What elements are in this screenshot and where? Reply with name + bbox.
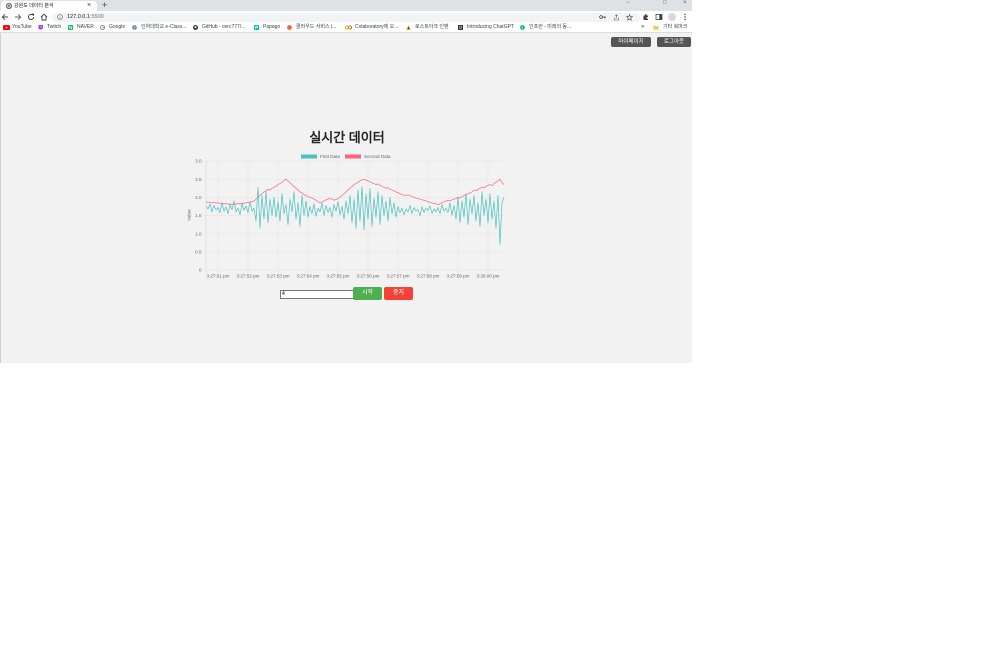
bookmark-label: Google [109,24,126,30]
maximize-button[interactable]: □ [663,0,667,7]
x-tick-label: 3:28:00 pm [477,274,500,279]
x-tick-label: 3:27:55 pm [327,274,350,279]
series-line-second-data [205,178,505,205]
bookmarks-overflow-chevron-icon[interactable]: » [641,23,644,32]
new-tab-button[interactable]: + [102,0,107,11]
y-tick-label: 1.5 [195,213,202,218]
y-tick-label: 0.5 [195,249,202,254]
forward-arrow-icon[interactable] [14,13,22,21]
page-title: 실시간 데이터 [309,130,385,145]
twitch-icon [38,25,43,30]
tab-active[interactable]: 강원도 데이터 분석 × [1,1,97,11]
logout-button[interactable]: 로그아웃 [657,37,691,47]
x-tick-label: 3:27:52 pm [237,274,260,279]
star-icon[interactable] [626,13,633,21]
inha-eclass-icon [132,25,137,30]
x-tick-label: 3:27:56 pm [357,274,380,279]
side-panel-icon[interactable] [655,13,663,21]
bookmark-label: 인하대학교 e-Class... [141,24,187,30]
tab-close-button[interactable]: × [87,1,91,11]
inven-icon [406,25,411,30]
x-tick-label: 3:27:59 pm [447,274,470,279]
y-tick-label: 0 [199,268,202,273]
x-tick-label: 3:27:54 pm [297,274,320,279]
address-bar[interactable]: 127.0.0.1:5500 [52,12,640,22]
bookmark-label: Introducing ChatGPT [467,24,514,30]
more-menu-icon[interactable] [681,13,689,21]
youtube-icon [3,25,10,30]
back-arrow-icon[interactable] [1,13,9,21]
bookmark-label: 로스트아크 인벤 [415,24,449,30]
close-window-button[interactable]: × [683,0,687,7]
tab-bar: 강원도 데이터 분석 × + − □ × [0,0,692,11]
legend-swatch-first-data[interactable] [301,154,317,159]
realtime-line-chart: 0 0.5 1.0 1.5 2.0 2.5 3.0 3:27:51 pm 3:27:52 pm 3… [187,154,506,279]
info-icon[interactable] [57,14,63,20]
bookmarks-bar: YouTube Twitch NAVER Google 인하대학교 e-Clas… [0,23,692,33]
extensions-puzzle-icon[interactable] [642,13,650,21]
bookmark-label: Twitch [47,24,62,30]
bookmark-label: 클라우드 서비스 |... [296,24,337,30]
globe-icon [6,3,12,9]
papago-icon [254,25,259,30]
share-icon[interactable] [613,14,620,21]
y-tick-label: 2.5 [195,177,202,182]
interval-input[interactable] [280,290,354,299]
tab-title: 강원도 데이터 분석 [14,3,54,9]
cloud-service-icon [287,25,292,30]
y-tick-label: 1.0 [195,231,202,236]
legend-label-second-data[interactable]: Second Data [364,154,391,159]
naver-icon [68,25,73,30]
bookmark-label: GitHub - oxrc777/... [202,24,246,30]
reload-icon[interactable] [27,13,35,21]
legend-label-first-data[interactable]: First Data [320,154,340,159]
chart-legend: First Data Second Data [301,154,391,159]
browser-toolbar: 127.0.0.1:5500 [0,11,692,23]
page-content: 마이페이지 로그아웃 실시간 데이터 0 0.5 1.0 1.5 2.0 2.5 3.0 3:… [0,33,692,363]
inflearn-icon [520,25,525,30]
bookmark-label: Colaboratory에 오... [355,24,399,30]
x-tick-label: 3:27:53 pm [267,274,290,279]
y-tick-label: 2.0 [195,195,202,200]
chart-axis-labels: 0 0.5 1.0 1.5 2.0 2.5 3.0 3:27:51 pm 3:27:52 pm 3… [195,159,500,279]
bookmark-label: 인프런 - 미래의 동... [529,24,572,30]
url-port: :5500 [89,13,104,20]
url-host: 127.0.0.1 [67,13,90,20]
url-text[interactable]: 127.0.0.1:5500 [67,13,104,22]
mypage-button[interactable]: 마이페이지 [611,37,651,47]
folder-icon [653,25,659,30]
minimize-button[interactable]: − [626,0,630,7]
y-axis-title: Value [187,209,192,221]
key-icon[interactable] [599,14,606,20]
bookmark-label: Papago [263,24,281,30]
x-tick-label: 3:27:58 pm [417,274,440,279]
start-button[interactable]: 시작 [353,287,382,300]
chart-lines [205,178,505,245]
google-icon [100,25,105,30]
bookmark-label: YouTube [12,24,32,30]
legend-swatch-second-data[interactable] [345,154,361,159]
github-icon [193,25,198,30]
chatgpt-icon [458,25,463,30]
browser-window: 강원도 데이터 분석 × + − □ × 127.0.0.1:5500 YouT… [0,0,692,363]
bookmark-label: NAVER [77,24,94,30]
x-tick-label: 3:27:51 pm [207,274,230,279]
y-tick-label: 3.0 [195,159,202,164]
colab-icon [345,25,352,30]
other-bookmarks-label: 기타 북마크 [663,24,688,30]
profile-avatar-icon[interactable] [668,13,676,21]
home-icon[interactable] [40,13,48,21]
stop-button[interactable]: 중지 [384,287,413,300]
x-tick-label: 3:27:57 pm [387,274,410,279]
